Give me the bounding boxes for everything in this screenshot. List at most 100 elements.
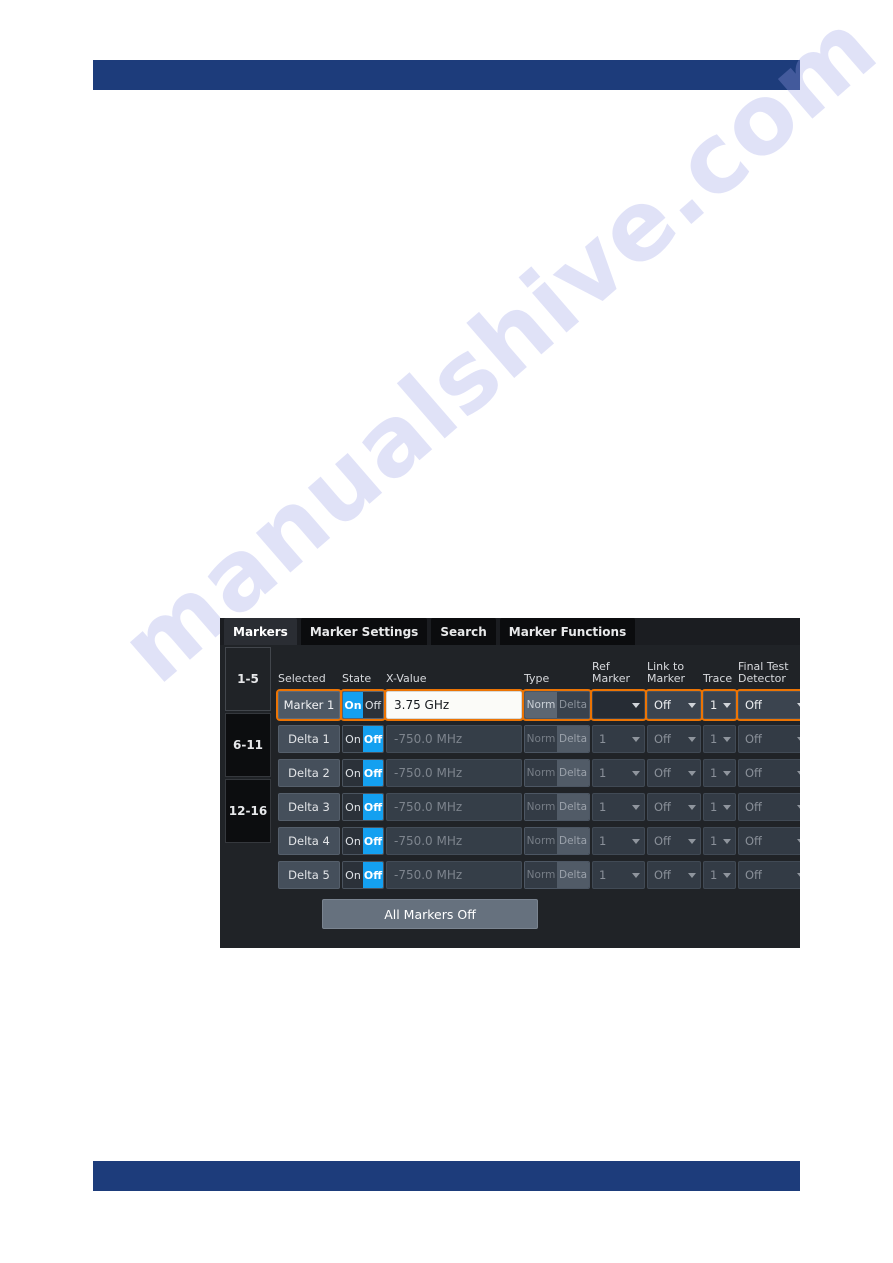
final-test-detector-dropdown[interactable]: Off [738, 759, 800, 787]
marker-type-cell[interactable]: Norm Delta [524, 759, 590, 787]
marker-ref-cell[interactable]: 1 [592, 793, 645, 821]
marker-xvalue-cell[interactable]: 3.75 GHz [384, 689, 524, 721]
tab-search[interactable]: Search [431, 618, 496, 645]
marker-select-button-cell[interactable]: Delta 5 [278, 861, 340, 889]
marker-link-cell[interactable]: Off [647, 827, 701, 855]
type-toggle-delta[interactable]: Delta [557, 726, 589, 752]
marker-select-button-cell[interactable]: Delta 3 [278, 793, 340, 821]
state-toggle-off[interactable]: Off [363, 794, 383, 820]
marker-type-cell[interactable]: Norm Delta [524, 793, 590, 821]
marker-detector-cell[interactable]: Off [738, 861, 800, 889]
type-toggle-delta[interactable]: Delta [557, 862, 589, 888]
marker-link-cell[interactable]: Off [647, 861, 701, 889]
table-row[interactable]: Delta 4 On Off -750.0 MHz Norm Delta 1 O… [278, 824, 800, 858]
marker-state-cell[interactable]: On Off [342, 827, 384, 855]
ref-marker-dropdown[interactable]: 1 [592, 861, 645, 889]
type-toggle-norm[interactable]: Norm [525, 760, 557, 786]
link-to-marker-dropdown[interactable]: Off [647, 725, 701, 753]
state-toggle[interactable]: On Off [340, 689, 386, 721]
marker-type-cell[interactable]: Norm Delta [522, 689, 592, 721]
marker-type-cell[interactable]: Norm Delta [524, 861, 590, 889]
type-toggle[interactable]: Norm Delta [524, 793, 590, 821]
marker-trace-cell[interactable]: 1 [703, 725, 736, 753]
all-markers-off-button[interactable]: All Markers Off [322, 899, 538, 929]
link-to-marker-dropdown[interactable]: Off [647, 793, 701, 821]
xvalue-input[interactable]: -750.0 MHz [386, 861, 522, 889]
trace-dropdown[interactable]: 1 [703, 793, 736, 821]
final-test-detector-dropdown[interactable]: Off [738, 725, 800, 753]
marker-detector-cell[interactable]: Off [738, 827, 800, 855]
marker-xvalue-cell[interactable]: -750.0 MHz [386, 725, 522, 753]
ref-marker-dropdown[interactable]: 1 [592, 827, 645, 855]
state-toggle[interactable]: On Off [342, 827, 384, 855]
marker-type-cell[interactable]: Norm Delta [524, 725, 590, 753]
marker-trace-cell[interactable]: 1 [703, 827, 736, 855]
type-toggle-delta[interactable]: Delta [557, 760, 589, 786]
marker-select-button[interactable]: Delta 4 [278, 827, 340, 855]
xvalue-input[interactable]: -750.0 MHz [386, 759, 522, 787]
marker-link-cell[interactable]: Off [647, 793, 701, 821]
marker-detector-cell[interactable]: Off [738, 759, 800, 787]
xvalue-input[interactable]: -750.0 MHz [386, 725, 522, 753]
state-toggle-on[interactable]: On [343, 726, 363, 752]
type-toggle-delta[interactable]: Delta [557, 794, 589, 820]
state-toggle[interactable]: On Off [342, 793, 384, 821]
marker-detector-cell[interactable]: Off [736, 689, 800, 721]
type-toggle-norm[interactable]: Norm [525, 692, 557, 718]
state-toggle-on[interactable]: On [343, 760, 363, 786]
marker-ref-cell[interactable] [590, 689, 647, 721]
table-row[interactable]: Marker 1 On Off 3.75 GHz Norm Delta Off … [276, 688, 800, 722]
marker-ref-cell[interactable]: 1 [592, 861, 645, 889]
xvalue-input[interactable]: 3.75 GHz [384, 689, 524, 721]
marker-select-button[interactable]: Marker 1 [276, 689, 342, 721]
state-toggle[interactable]: On Off [342, 759, 384, 787]
state-toggle-on[interactable]: On [343, 862, 363, 888]
marker-xvalue-cell[interactable]: -750.0 MHz [386, 759, 522, 787]
xvalue-input[interactable]: -750.0 MHz [386, 793, 522, 821]
marker-xvalue-cell[interactable]: -750.0 MHz [386, 861, 522, 889]
type-toggle-norm[interactable]: Norm [525, 862, 557, 888]
marker-link-cell[interactable]: Off [647, 725, 701, 753]
marker-xvalue-cell[interactable]: -750.0 MHz [386, 793, 522, 821]
type-toggle[interactable]: Norm Delta [524, 759, 590, 787]
table-row[interactable]: Delta 5 On Off -750.0 MHz Norm Delta 1 O… [278, 858, 800, 892]
marker-select-button[interactable]: Delta 5 [278, 861, 340, 889]
marker-trace-cell[interactable]: 1 [703, 861, 736, 889]
trace-dropdown[interactable]: 1 [703, 759, 736, 787]
state-toggle[interactable]: On Off [342, 725, 384, 753]
final-test-detector-dropdown[interactable]: Off [738, 827, 800, 855]
marker-trace-cell[interactable]: 1 [701, 689, 738, 721]
link-to-marker-dropdown[interactable]: Off [645, 689, 703, 721]
marker-state-cell[interactable]: On Off [342, 793, 384, 821]
state-toggle-off[interactable]: Off [363, 760, 383, 786]
marker-ref-cell[interactable]: 1 [592, 759, 645, 787]
type-toggle[interactable]: Norm Delta [524, 861, 590, 889]
tab-marker-settings[interactable]: Marker Settings [300, 618, 428, 645]
marker-select-button-cell[interactable]: Marker 1 [276, 689, 342, 721]
marker-state-cell[interactable]: On Off [342, 861, 384, 889]
table-row[interactable]: Delta 3 On Off -750.0 MHz Norm Delta 1 O… [278, 790, 800, 824]
marker-type-cell[interactable]: Norm Delta [524, 827, 590, 855]
state-toggle-off[interactable]: Off [363, 692, 383, 718]
table-row[interactable]: Delta 1 On Off -750.0 MHz Norm Delta 1 O… [278, 722, 800, 756]
marker-detector-cell[interactable]: Off [738, 725, 800, 753]
tab-markers[interactable]: Markers [224, 618, 297, 645]
marker-select-button[interactable]: Delta 2 [278, 759, 340, 787]
ref-marker-dropdown[interactable]: 1 [592, 759, 645, 787]
type-toggle-delta[interactable]: Delta [557, 828, 589, 854]
marker-state-cell[interactable]: On Off [342, 725, 384, 753]
state-toggle[interactable]: On Off [342, 861, 384, 889]
marker-select-button-cell[interactable]: Delta 2 [278, 759, 340, 787]
marker-ref-cell[interactable]: 1 [592, 725, 645, 753]
link-to-marker-dropdown[interactable]: Off [647, 827, 701, 855]
type-toggle-delta[interactable]: Delta [557, 692, 589, 718]
trace-dropdown[interactable]: 1 [703, 725, 736, 753]
marker-select-button-cell[interactable]: Delta 4 [278, 827, 340, 855]
state-toggle-off[interactable]: Off [363, 862, 383, 888]
range-button-6-11[interactable]: 6-11 [225, 713, 271, 777]
range-button-1-5[interactable]: 1-5 [225, 647, 271, 711]
link-to-marker-dropdown[interactable]: Off [647, 861, 701, 889]
tab-marker-functions[interactable]: Marker Functions [499, 618, 636, 645]
type-toggle[interactable]: Norm Delta [522, 689, 592, 721]
state-toggle-on[interactable]: On [343, 692, 363, 718]
